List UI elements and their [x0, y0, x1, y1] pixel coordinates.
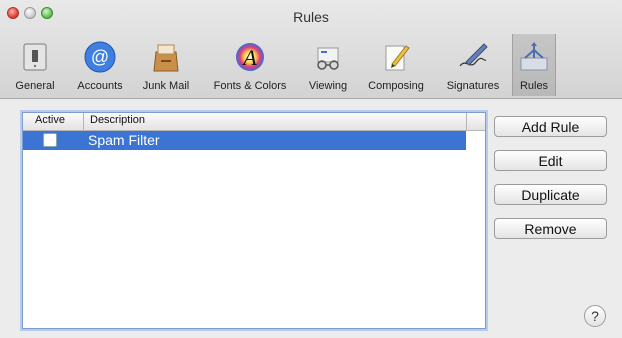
toolbar-label-junk-mail: Junk Mail: [142, 80, 190, 92]
toolbar-label-viewing: Viewing: [308, 80, 348, 92]
help-button[interactable]: ?: [584, 305, 606, 327]
rules-preferences-window: Rules General @ Accounts Junk Mail A Fon…: [0, 0, 622, 338]
toolbar-item-junk-mail[interactable]: Junk Mail: [134, 34, 198, 96]
toolbar-item-general[interactable]: General: [6, 34, 64, 96]
svg-text:A: A: [241, 45, 257, 70]
rule-active-checkbox[interactable]: [43, 133, 57, 147]
toolbar-label-general: General: [15, 80, 55, 92]
toolbar-item-accounts[interactable]: @ Accounts: [69, 34, 131, 96]
fonts-colors-icon: A: [236, 43, 264, 71]
at-sign-icon: @: [84, 41, 116, 73]
remove-button[interactable]: Remove: [494, 218, 607, 239]
svg-text:@: @: [91, 47, 109, 67]
column-header-active[interactable]: Active: [35, 114, 65, 126]
toolbar-label-fonts-colors: Fonts & Colors: [213, 80, 287, 92]
toolbar-item-viewing[interactable]: Viewing: [300, 34, 356, 96]
toolbar-label-composing: Composing: [368, 80, 424, 92]
rules-arrows-icon: [520, 42, 548, 71]
add-rule-button[interactable]: Add Rule: [494, 116, 607, 137]
duplicate-button[interactable]: Duplicate: [494, 184, 607, 205]
preferences-toolbar: General @ Accounts Junk Mail A Fonts & C…: [0, 34, 622, 96]
general-switch-icon: [23, 43, 47, 71]
toolbar-item-fonts-colors[interactable]: A Fonts & Colors: [203, 34, 297, 96]
pen-signature-icon: [459, 43, 488, 67]
column-divider: [466, 113, 467, 130]
rules-table[interactable]: Active Description Spam Filter: [22, 112, 486, 329]
toolbar-label-accounts: Accounts: [77, 80, 123, 92]
toolbar-item-composing[interactable]: Composing: [360, 34, 432, 96]
rule-description: Spam Filter: [88, 132, 160, 148]
toolbar-label-rules: Rules: [519, 80, 549, 92]
table-header: Active Description: [23, 113, 485, 131]
toolbar-label-signatures: Signatures: [446, 80, 500, 92]
table-row[interactable]: Spam Filter: [23, 131, 466, 150]
window-title: Rules: [293, 9, 329, 25]
toolbar-item-rules[interactable]: Rules: [512, 34, 556, 96]
edit-button[interactable]: Edit: [494, 150, 607, 171]
junk-mail-bag-icon: [153, 44, 179, 72]
title-bar: Rules General @ Accounts Junk Mail A Fon…: [0, 0, 622, 99]
pencil-paper-icon: [385, 45, 410, 71]
glasses-icon: [317, 47, 339, 70]
column-divider: [83, 113, 84, 130]
toolbar-item-signatures[interactable]: Signatures: [437, 34, 509, 96]
column-header-description[interactable]: Description: [90, 114, 145, 126]
